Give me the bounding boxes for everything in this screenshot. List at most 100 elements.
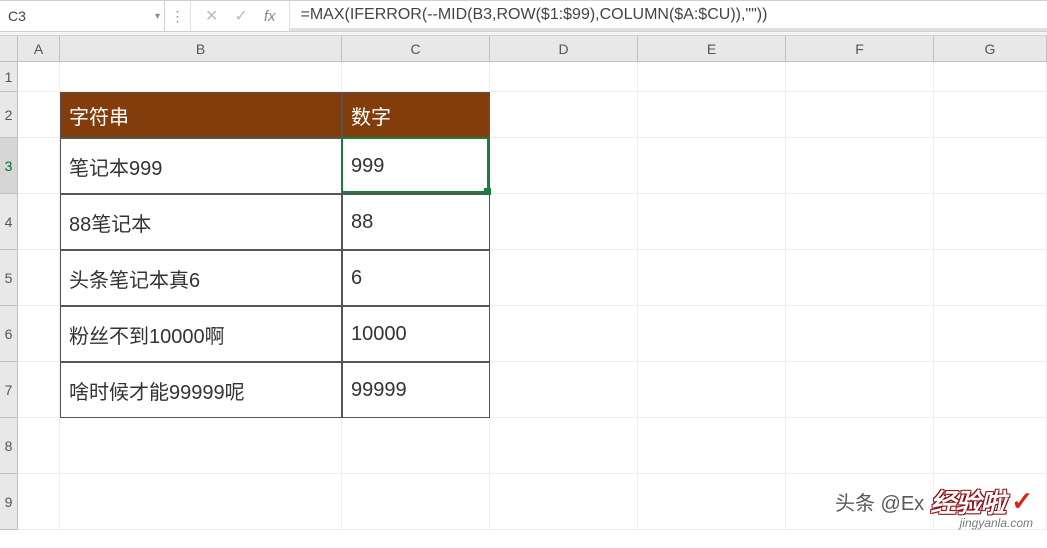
column-header[interactable]: G (934, 36, 1047, 61)
grid-cell[interactable] (934, 306, 1047, 362)
row-header-column: 123456789 (0, 36, 18, 548)
grid-cell[interactable] (60, 474, 342, 530)
grid-cell[interactable] (638, 250, 786, 306)
row-header[interactable]: 2 (0, 92, 17, 138)
table-cell[interactable]: 88笔记本 (60, 194, 342, 250)
table-cell[interactable]: 粉丝不到10000啊 (60, 306, 342, 362)
grid-row (18, 62, 1047, 92)
row-header[interactable]: 8 (0, 418, 17, 474)
grid-cell[interactable] (786, 62, 934, 92)
table-cell[interactable]: 99999 (342, 362, 490, 418)
confirm-icon[interactable]: ✓ (234, 6, 247, 26)
grid-cell[interactable] (934, 138, 1047, 194)
formula-bar: C3 ▾ ⋮ ✕ ✓ fx =MAX(IFERROR(--MID(B3,ROW(… (0, 0, 1047, 32)
grid-cell[interactable] (786, 138, 934, 194)
grid-cell[interactable] (934, 418, 1047, 474)
grid-cell[interactable] (490, 250, 638, 306)
table-cell[interactable]: 999 (342, 138, 490, 194)
grid-cell[interactable] (786, 250, 934, 306)
row-header[interactable]: 3 (0, 138, 17, 194)
grid-cell[interactable] (786, 194, 934, 250)
grid-cell[interactable] (60, 62, 342, 92)
grid-cell[interactable] (786, 362, 934, 418)
table-cell[interactable]: 头条笔记本真6 (60, 250, 342, 306)
grid-cell[interactable] (18, 362, 60, 418)
grid-cell[interactable] (934, 194, 1047, 250)
grid-row (18, 474, 1047, 530)
table-header-cell[interactable]: 字符串 (60, 92, 342, 138)
grid-cell[interactable] (786, 418, 934, 474)
grid-row: 啥时候才能99999呢99999 (18, 362, 1047, 418)
fx-icon[interactable]: fx (264, 8, 276, 25)
grid-cell[interactable] (934, 474, 1047, 530)
column-header[interactable]: A (18, 36, 60, 61)
row-header[interactable]: 7 (0, 362, 17, 418)
grid-cell[interactable] (490, 194, 638, 250)
grid-cell[interactable] (18, 474, 60, 530)
grid-cell[interactable] (934, 250, 1047, 306)
row-header[interactable]: 5 (0, 250, 17, 306)
grid-cell[interactable] (490, 306, 638, 362)
grid-cell[interactable] (18, 62, 60, 92)
grid-row: 笔记本999999 (18, 138, 1047, 194)
grid-cell[interactable] (342, 418, 490, 474)
grid-cell[interactable] (18, 250, 60, 306)
grid-cell[interactable] (18, 138, 60, 194)
grid-cell[interactable] (638, 418, 786, 474)
column-header[interactable]: D (490, 36, 638, 61)
grid-cell[interactable] (342, 62, 490, 92)
row-header[interactable]: 9 (0, 474, 17, 530)
grid-main: ABCDEFG 字符串数字笔记本99999988笔记本88头条笔记本真66粉丝不… (18, 36, 1047, 548)
column-header[interactable]: F (786, 36, 934, 61)
chevron-down-icon[interactable]: ▾ (155, 11, 160, 22)
grid-cell[interactable] (934, 62, 1047, 92)
row-header[interactable]: 4 (0, 194, 17, 250)
grid-cell[interactable] (490, 474, 638, 530)
grid-row: 头条笔记本真66 (18, 250, 1047, 306)
formula-bar-options[interactable]: ⋮ (165, 1, 191, 31)
grid-cell[interactable] (786, 92, 934, 138)
grid-cell[interactable] (18, 92, 60, 138)
grid-cell[interactable] (342, 474, 490, 530)
name-box[interactable]: C3 ▾ (0, 1, 165, 31)
formula-text: =MAX(IFERROR(--MID(B3,ROW($1:$99),COLUMN… (300, 6, 767, 24)
select-all-corner[interactable] (0, 36, 18, 62)
table-cell[interactable]: 笔记本999 (60, 138, 342, 194)
table-cell[interactable]: 6 (342, 250, 490, 306)
grid-cell[interactable] (638, 194, 786, 250)
grid-row: 粉丝不到10000啊10000 (18, 306, 1047, 362)
grid-cell[interactable] (490, 138, 638, 194)
spreadsheet-grid: 123456789 ABCDEFG 字符串数字笔记本99999988笔记本88头… (0, 36, 1047, 548)
table-header-cell[interactable]: 数字 (342, 92, 490, 138)
grid-cell[interactable] (638, 92, 786, 138)
grid-cell[interactable] (638, 138, 786, 194)
grid-cell[interactable] (490, 362, 638, 418)
row-header[interactable]: 6 (0, 306, 17, 362)
grid-cell[interactable] (638, 474, 786, 530)
grid-cell[interactable] (786, 306, 934, 362)
name-box-value: C3 (8, 8, 26, 24)
grid-cell[interactable] (934, 92, 1047, 138)
grid-cell[interactable] (490, 418, 638, 474)
grid-cell[interactable] (490, 62, 638, 92)
table-cell[interactable]: 啥时候才能99999呢 (60, 362, 342, 418)
column-header[interactable]: E (638, 36, 786, 61)
grid-cell[interactable] (18, 194, 60, 250)
grid-row: 88笔记本88 (18, 194, 1047, 250)
formula-input[interactable]: =MAX(IFERROR(--MID(B3,ROW($1:$99),COLUMN… (290, 1, 1047, 31)
grid-cell[interactable] (638, 362, 786, 418)
grid-cell[interactable] (638, 62, 786, 92)
grid-cell[interactable] (786, 474, 934, 530)
table-cell[interactable]: 10000 (342, 306, 490, 362)
column-header[interactable]: B (60, 36, 342, 61)
grid-cell[interactable] (60, 418, 342, 474)
table-cell[interactable]: 88 (342, 194, 490, 250)
grid-cell[interactable] (18, 306, 60, 362)
grid-cell[interactable] (638, 306, 786, 362)
row-header[interactable]: 1 (0, 62, 17, 92)
grid-cell[interactable] (934, 362, 1047, 418)
cancel-icon[interactable]: ✕ (205, 6, 218, 26)
grid-cell[interactable] (18, 418, 60, 474)
column-header[interactable]: C (342, 36, 490, 61)
grid-cell[interactable] (490, 92, 638, 138)
